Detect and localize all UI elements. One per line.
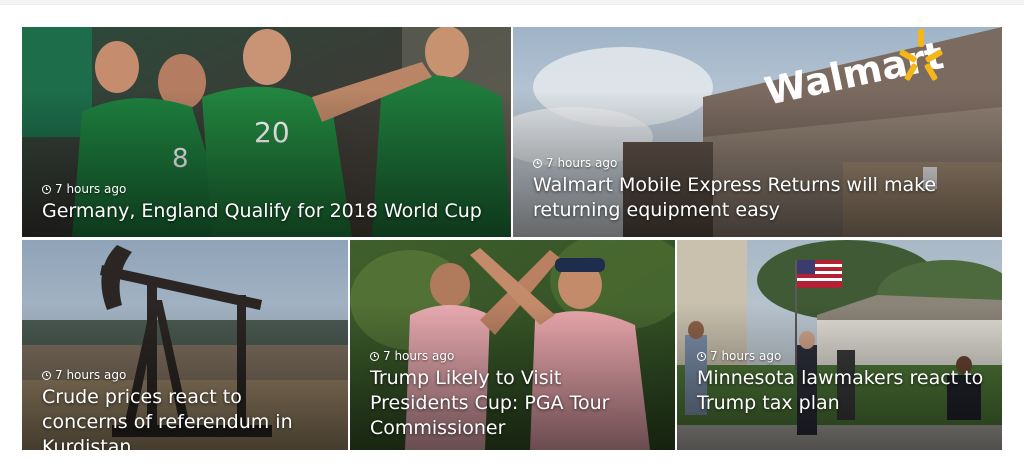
article-card-walmart[interactable]: Walmart 7 hours ago Walmart Mobile Expre…	[513, 27, 1002, 237]
clock-icon	[533, 158, 542, 168]
time-label: 7 hours ago	[55, 368, 127, 382]
news-grid: 8 20 7 hours ago Germany, England Qualif…	[0, 0, 1024, 472]
article-title[interactable]: Crude prices react to concerns of refere…	[42, 385, 332, 450]
article-title[interactable]: Germany, England Qualify for 2018 World …	[42, 199, 495, 224]
clock-icon	[42, 370, 51, 380]
article-card-minnesota[interactable]: 7 hours ago Minnesota lawmakers react to…	[677, 240, 1002, 450]
time-label: 7 hours ago	[383, 349, 455, 363]
article-card-crude-prices[interactable]: 7 hours ago Crude prices react to concer…	[22, 240, 348, 450]
time-label: 7 hours ago	[55, 182, 127, 196]
article-card-presidents-cup[interactable]: 7 hours ago Trump Likely to Visit Presid…	[350, 240, 675, 450]
article-time: 7 hours ago	[42, 182, 126, 196]
article-title[interactable]: Trump Likely to Visit Presidents Cup: PG…	[370, 366, 659, 441]
article-time: 7 hours ago	[370, 349, 454, 363]
article-time: 7 hours ago	[42, 368, 126, 382]
us-flag	[797, 260, 842, 288]
article-title[interactable]: Minnesota lawmakers react to Trump tax p…	[697, 366, 986, 416]
article-card-world-cup[interactable]: 8 20 7 hours ago Germany, England Qualif…	[22, 27, 511, 237]
clock-icon	[42, 184, 51, 194]
article-time: 7 hours ago	[697, 349, 781, 363]
clock-icon	[697, 351, 706, 361]
article-time: 7 hours ago	[533, 156, 617, 170]
time-label: 7 hours ago	[546, 156, 618, 170]
time-label: 7 hours ago	[710, 349, 782, 363]
clock-icon	[370, 351, 379, 361]
article-title[interactable]: Walmart Mobile Express Returns will make…	[533, 173, 986, 223]
